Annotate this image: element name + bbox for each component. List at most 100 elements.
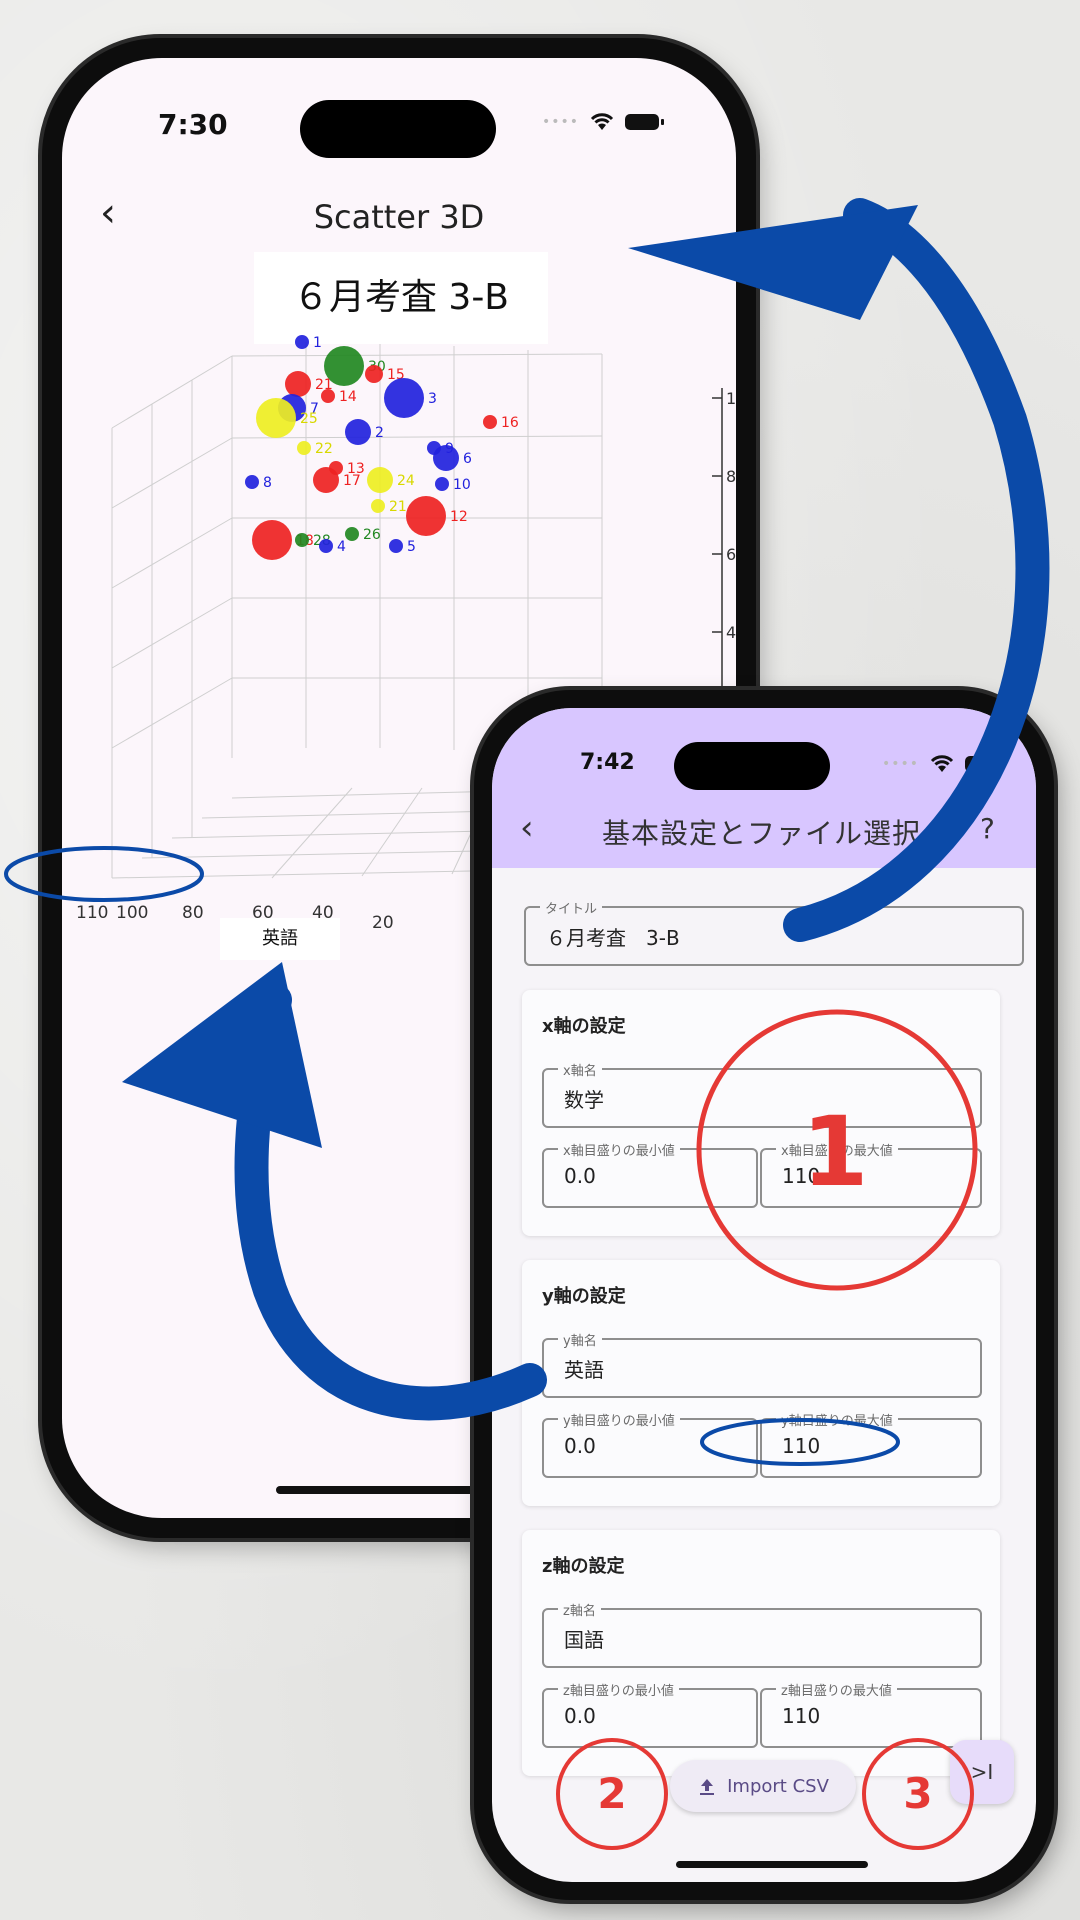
help-button[interactable]: ?	[980, 812, 995, 845]
scatter-point	[435, 477, 449, 491]
scatter-point	[433, 445, 459, 471]
x-axis-name-label: x軸名	[558, 1060, 602, 1079]
z-axis-ticks: 1864	[712, 389, 736, 642]
x-axis-name-field[interactable]: x軸名 数学	[542, 1060, 982, 1128]
scatter-point	[371, 499, 385, 513]
title-field[interactable]: タイトル ６月考査 3-B	[524, 898, 1024, 966]
point-label: 1	[313, 335, 322, 351]
z-axis-name-label: z軸名	[558, 1600, 601, 1619]
scatter-point	[245, 475, 259, 489]
y-axis-max-label: y軸目盛りの最大値	[776, 1410, 898, 1429]
x-tick-label: 100	[116, 903, 148, 923]
y-axis-name-field[interactable]: y軸名 英語	[542, 1330, 982, 1398]
title-field-value: ６月考査 3-B	[546, 926, 680, 950]
wifi-icon	[930, 755, 954, 772]
point-label: 10	[453, 477, 471, 493]
z-tick-label: 8	[726, 467, 736, 486]
point-label: 3	[428, 391, 437, 407]
scatter-point	[313, 467, 339, 493]
scatter-point	[367, 467, 393, 493]
point-label: 8	[263, 475, 272, 491]
scatter-point	[345, 527, 359, 541]
scatter-point	[384, 378, 424, 418]
scatter-point	[389, 539, 403, 553]
scatter-point	[365, 365, 383, 383]
point-label: 6	[463, 451, 472, 467]
scatter-points: 1301521143725162229681317241021121828426…	[245, 335, 519, 560]
z-axis-max-field[interactable]: z軸目盛りの最大値 110	[760, 1680, 982, 1748]
x-axis-heading: x軸の設定	[542, 1016, 626, 1037]
point-label: 25	[300, 411, 318, 427]
y-axis-min-value: 0.0	[564, 1434, 596, 1458]
z-axis-min-field[interactable]: z軸目盛りの最小値 0.0	[542, 1680, 758, 1748]
x-axis-min-value: 0.0	[564, 1164, 596, 1188]
z-axis-max-value: 110	[782, 1704, 821, 1728]
scatter-point	[319, 539, 333, 553]
badge-2: 2	[597, 1769, 627, 1818]
scatter-point	[295, 335, 309, 349]
point-label: 4	[337, 539, 346, 555]
next-fab-button[interactable]: >I	[950, 1740, 1014, 1804]
import-csv-button[interactable]: Import CSV	[670, 1760, 856, 1812]
badge-3: 3	[903, 1769, 933, 1818]
z-axis-min-value: 0.0	[564, 1704, 596, 1728]
z-axis-heading: z軸の設定	[542, 1556, 625, 1577]
z-axis-name-field[interactable]: z軸名 国語	[542, 1600, 982, 1668]
x-tick-label: 110	[76, 903, 108, 923]
z-tick-label: 4	[726, 623, 736, 642]
scatter-point	[295, 533, 309, 547]
back-chevron-icon[interactable]: ‹	[520, 808, 534, 848]
x-axis-card: x軸の設定 x軸名 数学 x軸目盛りの最小値 0.0 x軸目盛りの最大値 110	[522, 990, 1000, 1236]
scatter-point	[285, 371, 311, 397]
z-axis-max-label: z軸目盛りの最大値	[776, 1680, 897, 1699]
home-indicator	[676, 1861, 868, 1868]
badge-1: 1	[801, 1096, 869, 1208]
status-time: 7:42	[580, 750, 635, 775]
scatter-point	[483, 415, 497, 429]
settings-phone: 7:42 •••• ‹ 基本設定とファイル選択 ? タイトル ６月考査 3-B …	[474, 690, 1054, 1900]
y-axis-max-field[interactable]: y軸目盛りの最大値 110	[760, 1410, 982, 1478]
axis-name-label: 英語	[220, 918, 340, 960]
point-label: 24	[397, 473, 415, 489]
scatter-point	[406, 496, 446, 536]
scatter-point	[297, 441, 311, 455]
x-axis-name-value: 数学	[564, 1088, 604, 1112]
scatter-point	[256, 398, 296, 438]
status-icons: ••••	[882, 754, 1005, 774]
battery-icon	[965, 756, 1005, 772]
point-label: 2	[375, 425, 384, 441]
upload-icon	[700, 1779, 715, 1795]
title-field-label: タイトル	[540, 898, 603, 917]
scatter-point	[321, 389, 335, 403]
point-label: 14	[339, 389, 357, 405]
nav-title: 基本設定とファイル選択	[602, 817, 922, 850]
y-axis-max-value: 110	[782, 1434, 821, 1458]
z-axis-name-value: 国語	[564, 1628, 604, 1652]
point-label: 22	[315, 441, 333, 457]
scatter-point	[252, 520, 292, 560]
z-tick-label: 6	[726, 545, 736, 564]
x-tick-label: 20	[372, 913, 394, 933]
z-axis-card: z軸の設定 z軸名 国語 z軸目盛りの最小値 0.0 z軸目盛りの最大値 110	[522, 1530, 1000, 1776]
z-tick-label: 1	[726, 389, 736, 408]
y-axis-name-label: y軸名	[558, 1330, 602, 1349]
skip-next-icon: >I	[970, 1760, 994, 1784]
point-label: 17	[343, 473, 361, 489]
signal-icon: ••••	[882, 756, 920, 772]
point-label: 5	[407, 539, 416, 555]
x-axis-min-label: x軸目盛りの最小値	[558, 1140, 680, 1159]
y-axis-name-value: 英語	[564, 1358, 604, 1382]
settings-screen: 7:42 •••• ‹ 基本設定とファイル選択 ? タイトル ６月考査 3-B …	[492, 708, 1036, 1882]
scatter-point	[345, 419, 371, 445]
x-tick-label: 80	[182, 903, 204, 923]
y-axis-min-field[interactable]: y軸目盛りの最小値 0.0	[542, 1410, 758, 1478]
y-axis-heading: y軸の設定	[542, 1286, 626, 1307]
x-axis-min-field[interactable]: x軸目盛りの最小値 0.0	[542, 1140, 758, 1208]
dynamic-island	[674, 742, 830, 790]
y-axis-card: y軸の設定 y軸名 英語 y軸目盛りの最小値 0.0 y軸目盛りの最大値 110	[522, 1260, 1000, 1506]
point-label: 26	[363, 527, 381, 543]
point-label: 21	[389, 499, 407, 515]
import-csv-label: Import CSV	[727, 1775, 829, 1797]
z-axis-min-label: z軸目盛りの最小値	[558, 1680, 679, 1699]
point-label: 12	[450, 509, 468, 525]
